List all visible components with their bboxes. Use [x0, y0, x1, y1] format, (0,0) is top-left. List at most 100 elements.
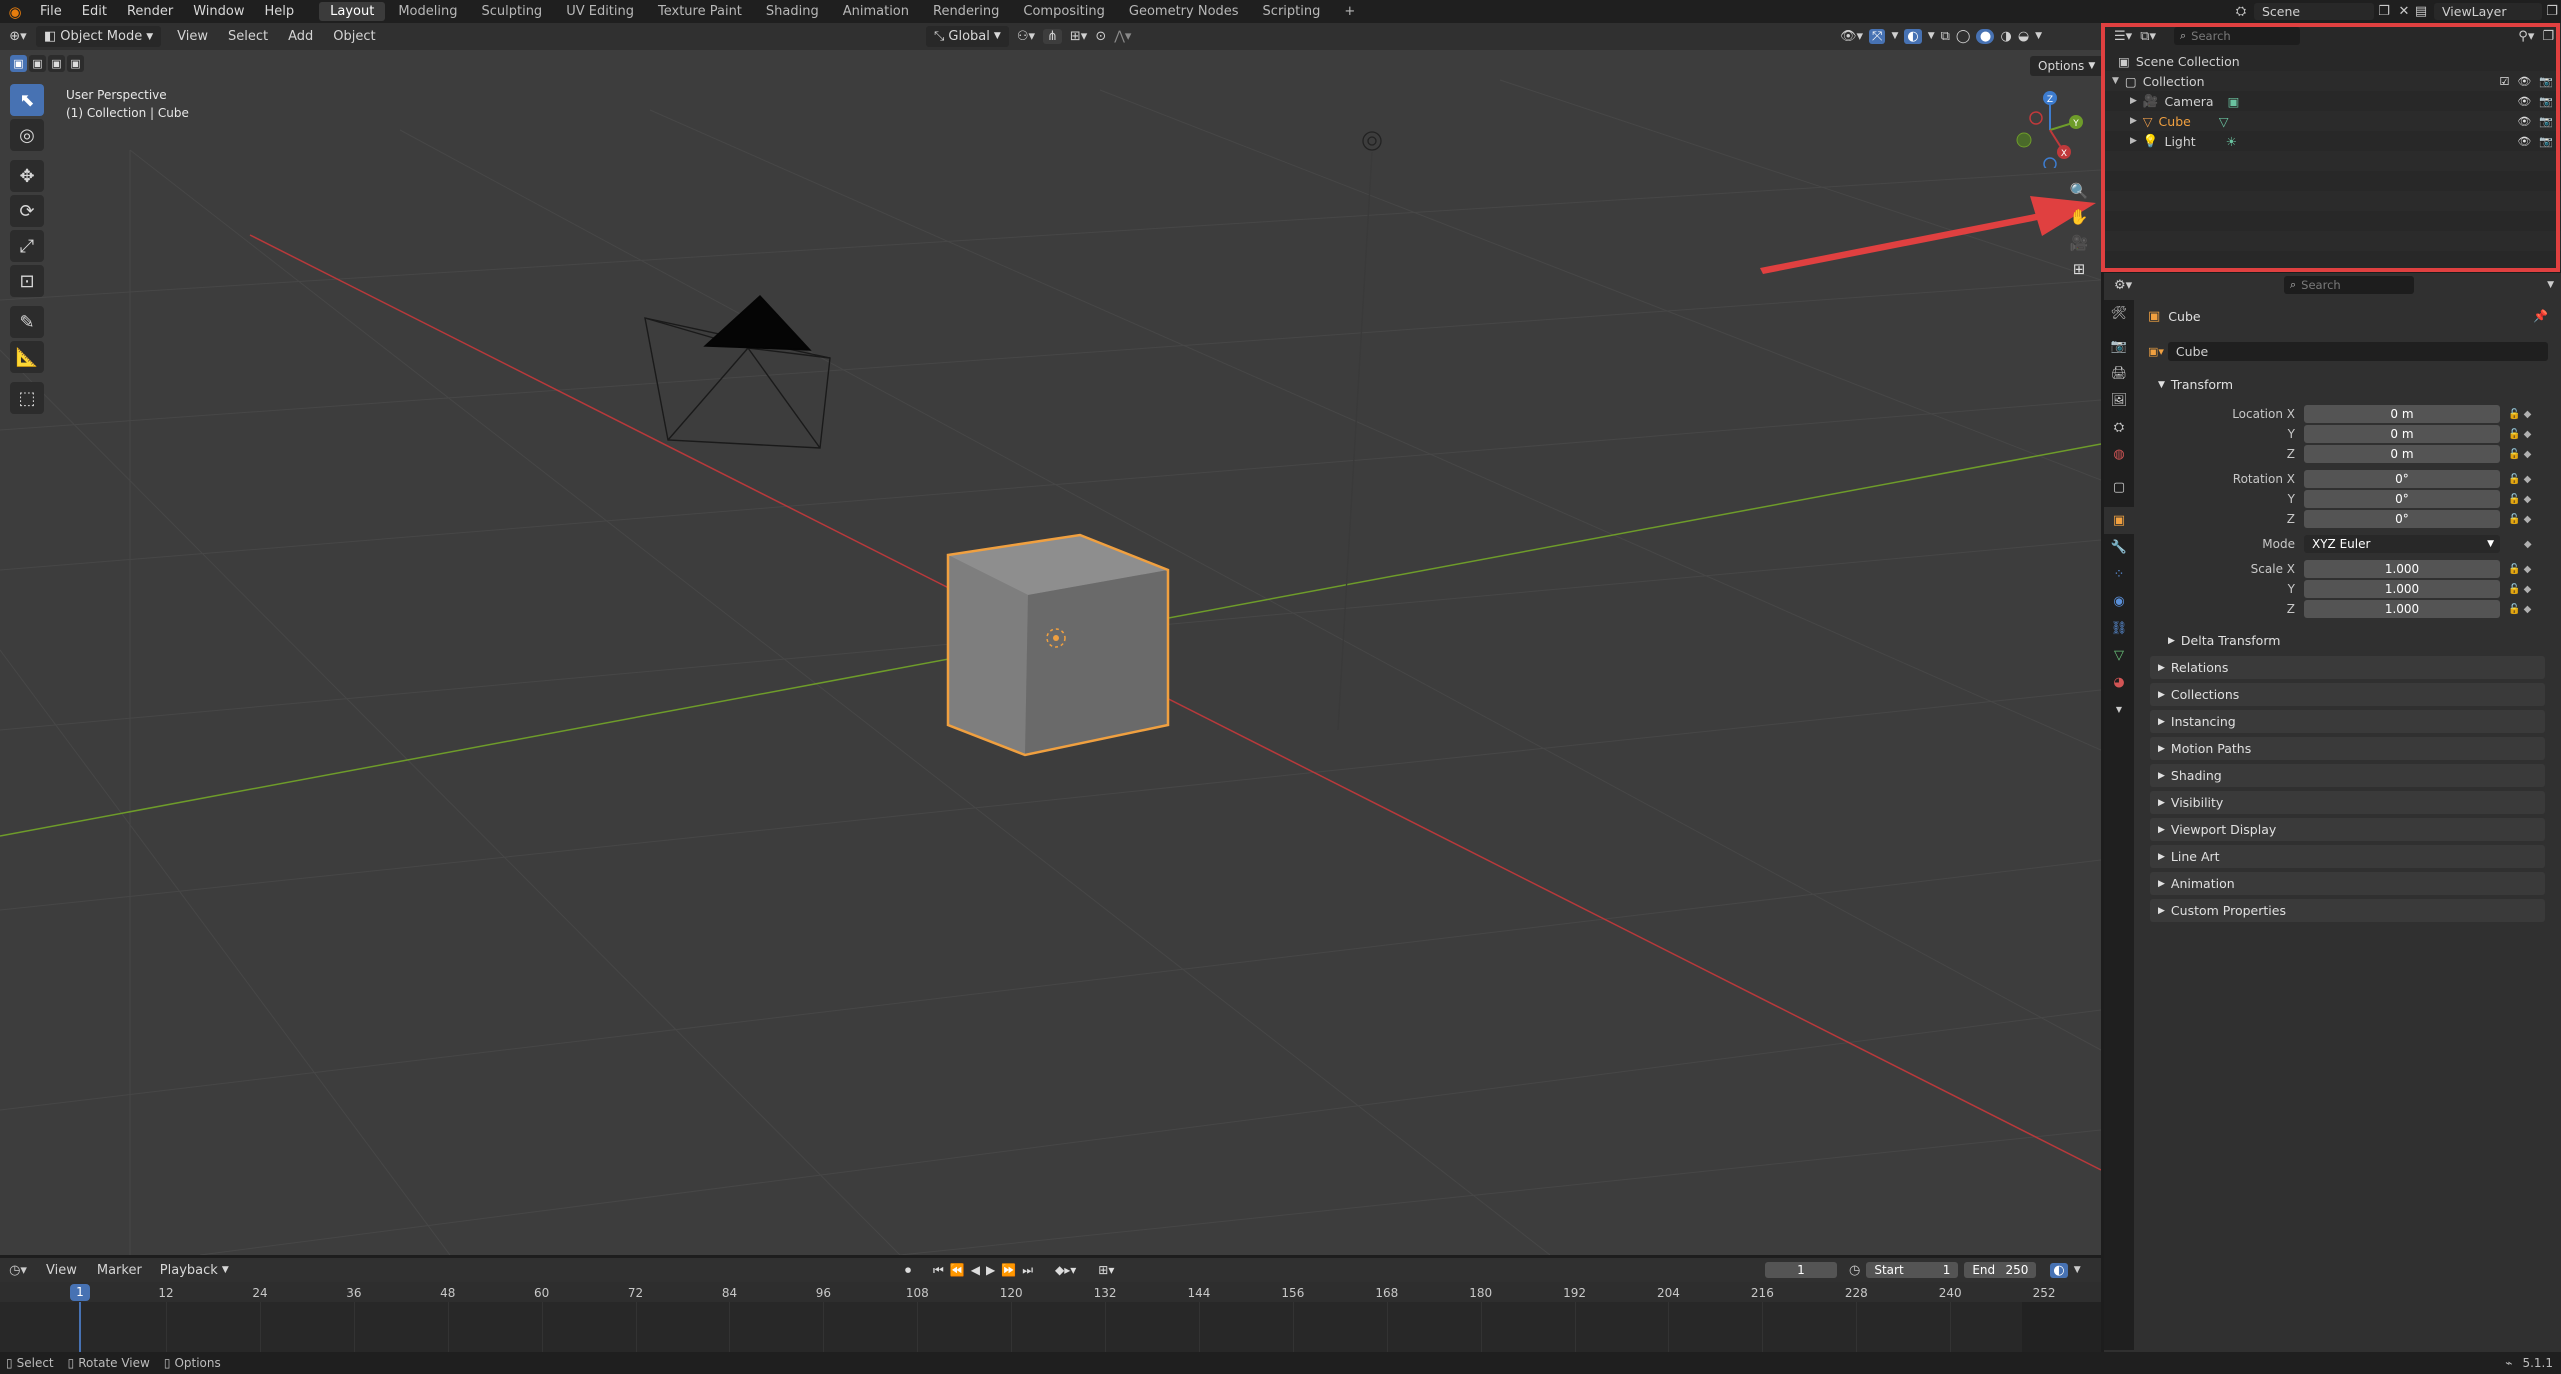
- transform-tool-icon[interactable]: ⊡: [10, 265, 44, 297]
- transform-panel-header[interactable]: ▼ Transform: [2150, 373, 2545, 396]
- new-collection-icon[interactable]: ❐: [2542, 29, 2554, 44]
- lock-icon[interactable]: 🔓 ◆: [2508, 470, 2548, 490]
- pan-hand-icon[interactable]: ✋: [2066, 204, 2092, 230]
- instancing-panel-header[interactable]: ▶ Instancing: [2150, 710, 2545, 733]
- outliner-row-scene-collection[interactable]: ▣ Scene Collection: [2104, 51, 2561, 71]
- tab-texture-paint[interactable]: Texture Paint: [647, 2, 753, 21]
- clock-icon[interactable]: ◷: [1849, 1263, 1860, 1278]
- lock-icon[interactable]: 🔓 ◆: [2508, 580, 2548, 600]
- tab-rendering[interactable]: Rendering: [922, 2, 1010, 21]
- tab-compositing[interactable]: Compositing: [1012, 2, 1116, 21]
- auto-key-icon[interactable]: ⏺: [905, 1263, 911, 1278]
- overlays-dropdown-icon[interactable]: ▼: [1928, 31, 1935, 41]
- visibility-panel-header[interactable]: ▶ Visibility: [2150, 791, 2545, 814]
- rotation-z-field[interactable]: 0°: [2304, 510, 2500, 528]
- menu-select[interactable]: Select: [218, 29, 278, 44]
- scene-selector[interactable]: ⛭ Scene ❐ ✕: [2228, 2, 2414, 21]
- menu-add[interactable]: Add: [278, 29, 323, 44]
- keyframe-icon[interactable]: ◆: [2508, 535, 2548, 555]
- outliner-search[interactable]: ⌕ Search: [2174, 27, 2300, 45]
- render-tab-icon[interactable]: 📷: [2104, 333, 2134, 360]
- perspective-toggle-icon[interactable]: ⊞: [2066, 256, 2092, 282]
- tab-layout[interactable]: Layout: [319, 2, 386, 21]
- lock-icon[interactable]: 🔓 ◆: [2508, 445, 2548, 465]
- tab-scripting[interactable]: Scripting: [1252, 2, 1332, 21]
- delta-transform-header[interactable]: ▶ Delta Transform: [2160, 629, 2545, 652]
- add-cube-tool-icon[interactable]: ⬚: [10, 382, 44, 414]
- particles-tab-icon[interactable]: ⁘: [2104, 561, 2134, 588]
- output-tab-icon[interactable]: 🖨: [2104, 360, 2134, 387]
- material-tab-icon[interactable]: ◕: [2104, 669, 2134, 696]
- relations-panel-header[interactable]: ▶ Relations: [2150, 656, 2545, 679]
- view-layer-selector[interactable]: ▤ ViewLayer ❐: [2408, 2, 2561, 21]
- eye-icon[interactable]: 👁: [2517, 135, 2531, 148]
- 3d-viewport[interactable]: User Perspective (1) Collection | Cube ▣…: [0, 50, 2101, 1255]
- playhead-frame-label[interactable]: 1: [70, 1284, 90, 1301]
- visibility-filter-icon[interactable]: 👁▾: [1840, 29, 1863, 44]
- data-tab-icon[interactable]: ▽: [2104, 642, 2134, 669]
- constraints-tab-icon[interactable]: ⛓: [2104, 615, 2134, 642]
- add-workspace-button[interactable]: +: [1333, 2, 1366, 21]
- tab-uv-editing[interactable]: UV Editing: [555, 2, 645, 21]
- select-box-tool-icon[interactable]: ⬉: [10, 84, 44, 116]
- menu-render[interactable]: Render: [117, 4, 183, 19]
- pin-icon[interactable]: 📌: [2533, 309, 2548, 323]
- rotate-tool-icon[interactable]: ⟳: [10, 195, 44, 227]
- datablock-type-icon[interactable]: ▣▾: [2148, 345, 2164, 358]
- falloff-icon[interactable]: ⋀▾: [1114, 29, 1131, 44]
- display-mode-icon[interactable]: ⧉▾: [2140, 29, 2156, 44]
- jump-end-icon[interactable]: ⏭: [1022, 1263, 1033, 1278]
- view-layer-name-field[interactable]: ViewLayer: [2434, 3, 2542, 20]
- tab-geometry-nodes[interactable]: Geometry Nodes: [1118, 2, 1250, 21]
- tool-tab-icon[interactable]: 🛠: [2104, 300, 2134, 327]
- playhead-line[interactable]: [79, 1302, 81, 1352]
- preview-range-icon[interactable]: ◐: [2050, 1262, 2068, 1278]
- zoom-icon[interactable]: 🔍: [2066, 178, 2092, 204]
- navigation-gizmo[interactable]: Z Y X: [2008, 88, 2088, 171]
- filter-icon[interactable]: ⚲▾: [2518, 29, 2534, 44]
- animation-panel-header[interactable]: ▶ Animation: [2150, 872, 2545, 895]
- lock-icon[interactable]: 🔓 ◆: [2508, 405, 2548, 425]
- tab-sculpting[interactable]: Sculpting: [470, 2, 553, 21]
- lock-icon[interactable]: 🔓 ◆: [2508, 600, 2548, 620]
- play-reverse-icon[interactable]: ◀: [971, 1263, 980, 1277]
- mode-dropdown[interactable]: ◧ Object Mode ▼: [36, 26, 162, 47]
- scale-tool-icon[interactable]: ⤢: [10, 230, 44, 262]
- object-tab-icon[interactable]: ▣: [2104, 507, 2134, 534]
- keyframe-nav-icon[interactable]: ◆▸▾: [1055, 1263, 1076, 1277]
- viewport-scene[interactable]: [0, 50, 2101, 1255]
- keying-set-icon[interactable]: ⊞▾: [1098, 1263, 1114, 1277]
- tab-modeling[interactable]: Modeling: [387, 2, 468, 21]
- end-frame-field[interactable]: End 250: [1964, 1262, 2037, 1278]
- motion-paths-panel-header[interactable]: ▶ Motion Paths: [2150, 737, 2545, 760]
- cursor-tool-icon[interactable]: ◎: [10, 119, 44, 151]
- new-view-layer-icon[interactable]: ❐: [2542, 4, 2561, 19]
- proportional-edit-icon[interactable]: ⊙: [1095, 29, 1106, 44]
- new-scene-icon[interactable]: ❐: [2374, 4, 2394, 19]
- orientation-dropdown[interactable]: ⤡ Global ▼: [926, 25, 1009, 47]
- chevron-down-icon[interactable]: ▼: [2112, 76, 2119, 86]
- render-camera-icon[interactable]: 📷: [2539, 115, 2553, 128]
- editor-type-icon[interactable]: ⊕▾: [0, 29, 36, 44]
- current-frame-field[interactable]: 1: [1765, 1262, 1837, 1278]
- collection-tab-icon[interactable]: ▢: [2104, 474, 2134, 501]
- eye-icon[interactable]: 👁: [2517, 95, 2531, 108]
- location-y-field[interactable]: 0 m: [2304, 425, 2500, 443]
- timeline-menu-view[interactable]: View: [36, 1263, 87, 1278]
- move-tool-icon[interactable]: ✥: [10, 160, 44, 192]
- menu-edit[interactable]: Edit: [72, 4, 117, 19]
- render-camera-icon[interactable]: 📷: [2539, 75, 2553, 88]
- outliner-editor-icon[interactable]: ☰▾: [2114, 29, 2132, 44]
- scale-x-field[interactable]: 1.000: [2304, 560, 2500, 578]
- timeline-ruler[interactable]: 1 12 24 36 48 60 72 84 96 108 120 132 144 156 168 180 19…: [0, 1282, 2101, 1352]
- lock-icon[interactable]: 🔓 ◆: [2508, 425, 2548, 445]
- start-frame-field[interactable]: Start 1: [1866, 1262, 1959, 1278]
- render-camera-icon[interactable]: 📷: [2539, 95, 2553, 108]
- rotation-y-field[interactable]: 0°: [2304, 490, 2500, 508]
- outliner-row-collection[interactable]: ▼ ▢ Collection ☑ 👁 📷: [2104, 71, 2561, 91]
- tab-shading[interactable]: Shading: [755, 2, 830, 21]
- properties-search[interactable]: ⌕ Search: [2284, 276, 2414, 294]
- chevron-down-icon[interactable]: ▼: [2074, 1265, 2081, 1275]
- annotate-tool-icon[interactable]: ✎: [10, 306, 44, 338]
- overlays-toggle-icon[interactable]: ◐: [1904, 28, 1922, 44]
